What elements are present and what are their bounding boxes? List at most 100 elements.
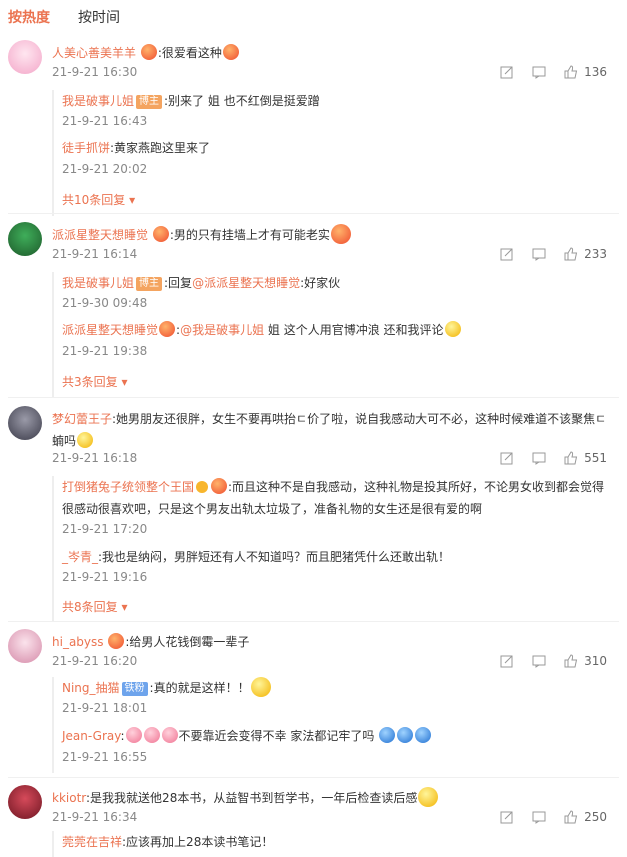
comment-actions: 233	[482, 247, 607, 261]
comment-icon[interactable]	[532, 451, 546, 465]
emoji-icon	[222, 44, 239, 60]
share-icon[interactable]	[500, 65, 514, 79]
reply-list: Ning_抽猫 铁粉:真的就是这样！！ 21-9-21 18:01 Jean-Gr…	[52, 677, 614, 773]
emoji-icon	[379, 727, 396, 743]
like-icon[interactable]	[564, 247, 578, 261]
like-count: 551	[584, 451, 607, 465]
reply-username[interactable]: _岑青_	[62, 550, 98, 564]
reply-username[interactable]: 派派星整天想睡觉	[62, 323, 158, 337]
comment-item: 派派星整天想睡觉 :男的只有挂墙上才有可能老实 21-9-21 16:14 23…	[0, 222, 627, 398]
reply-username[interactable]: 我是破事儿姐	[62, 94, 134, 108]
comment-item: kkiotr:是我我就送他28本书，从益智书到哲学书，一年后检查读后感 21-9…	[0, 785, 627, 857]
reply-list: 我是破事儿姐 博主:别来了 姐 也不红倒是挺爱蹭 21-9-21 16:43 徒手…	[52, 90, 614, 216]
mention-link[interactable]: @我是破事儿姐	[180, 323, 264, 337]
emoji-icon	[330, 224, 351, 244]
reply-username[interactable]: 莞莞在吉祥	[62, 835, 122, 849]
emoji-icon	[397, 727, 414, 743]
chevron-down-icon: ▾	[121, 600, 128, 614]
avatar[interactable]	[8, 406, 42, 440]
comment-username[interactable]: hi_abyss	[52, 635, 104, 649]
reply-text: 我是破事儿姐 博主:回复@派派星整天想睡觉:好家伙	[62, 272, 610, 294]
comment-icon[interactable]	[532, 810, 546, 824]
more-replies-label: 共10条回复	[62, 193, 126, 207]
reply-time: 21-9-21 20:02	[62, 162, 148, 176]
avatar[interactable]	[8, 785, 42, 819]
comment-icon[interactable]	[532, 247, 546, 261]
comment-username[interactable]: kkiotr	[52, 791, 86, 805]
reply-time: 21-9-21 18:01	[62, 701, 148, 715]
comment-text: hi_abyss :给男人花钱倒霉一辈子	[52, 631, 612, 653]
comment-icon[interactable]	[532, 65, 546, 79]
like-icon[interactable]	[564, 451, 578, 465]
comment-username[interactable]: 派派星整天想睡觉	[52, 228, 148, 242]
like-icon[interactable]	[564, 810, 578, 824]
comment-username[interactable]: 人美心善美羊羊	[52, 46, 136, 60]
reply-username[interactable]: 打倒猪兔子统领整个王国	[62, 480, 194, 494]
divider	[8, 777, 619, 778]
comment-text: 梦幻蕾王子:她男朋友还很胖，女生不要再哄抬ㄷ价了啦，说自我感动大可不必，这种时候…	[52, 408, 612, 452]
emoji-icon	[159, 321, 176, 337]
avatar[interactable]	[8, 222, 42, 256]
reply-text: Ning_抽猫 铁粉:真的就是这样！！	[62, 677, 610, 699]
comment-time: 21-9-21 16:14	[52, 247, 138, 261]
reply-body: :黄家燕跑这里来了	[110, 141, 211, 155]
sort-tabs: 按热度 按时间	[0, 0, 627, 32]
reply-username[interactable]: 我是破事儿姐	[62, 276, 134, 290]
comment-item: hi_abyss :给男人花钱倒霉一辈子 21-9-21 16:20 310 N…	[0, 629, 627, 775]
tab-by-hot[interactable]: 按热度	[8, 7, 50, 27]
comment-body: :很爱看这种	[157, 46, 222, 60]
like-icon[interactable]	[564, 65, 578, 79]
reply-body: :	[120, 729, 125, 743]
reply-list: 莞莞在吉祥:应该再加上28本读书笔记！	[52, 831, 614, 857]
more-replies-link[interactable]: 共10条回复 ▾	[62, 191, 135, 208]
verified-icon	[196, 481, 209, 493]
comment-time: 21-9-21 16:34	[52, 810, 138, 824]
mention-link[interactable]: @派派星整天想睡觉	[192, 276, 300, 290]
more-replies-link[interactable]: 共8条回复 ▾	[62, 598, 128, 615]
reply-username[interactable]: Jean-Gray	[62, 729, 120, 743]
emoji-icon	[143, 727, 160, 743]
more-replies-link[interactable]: 共3条回复 ▾	[62, 373, 128, 390]
avatar[interactable]	[8, 629, 42, 663]
reply-list: 打倒猪兔子统领整个王国:而且这种不是自我感动，这种礼物是投其所好，不论男女收到都…	[52, 476, 614, 622]
comment-text: 派派星整天想睡觉 :男的只有挂墙上才有可能老实	[52, 224, 612, 246]
share-icon[interactable]	[500, 654, 514, 668]
share-icon[interactable]	[500, 451, 514, 465]
reply-text: _岑青_:我也是纳闷，男胖短还有人不知道吗？而且肥猪凭什么还敢出轨！	[62, 546, 610, 568]
tab-by-time[interactable]: 按时间	[78, 7, 120, 27]
emoji-icon	[444, 321, 461, 337]
like-count: 136	[584, 65, 607, 79]
reply-username[interactable]: Ning_抽猫	[62, 681, 120, 695]
reply-text: 打倒猪兔子统领整个王国:而且这种不是自我感动，这种礼物是投其所好，不论男女收到都…	[62, 476, 610, 520]
comment-text: kkiotr:是我我就送他28本书，从益智书到哲学书，一年后检查读后感	[52, 787, 612, 809]
comment-icon[interactable]	[532, 654, 546, 668]
share-icon[interactable]	[500, 810, 514, 824]
divider	[8, 213, 619, 214]
comment-actions: 551	[482, 451, 607, 465]
comment-actions: 310	[482, 654, 607, 668]
emoji-icon	[152, 226, 169, 242]
comment-username[interactable]: 梦幻蕾王子	[52, 412, 112, 426]
host-badge: 博主	[136, 277, 163, 291]
comment-actions: 250	[482, 810, 607, 824]
comment-time: 21-9-21 16:20	[52, 654, 138, 668]
avatar[interactable]	[8, 40, 42, 74]
comment-item: 梦幻蕾王子:她男朋友还很胖，女生不要再哄抬ㄷ价了啦，说自我感动大可不必，这种时候…	[0, 406, 627, 624]
emoji-icon	[418, 787, 439, 807]
reply-time: 21-9-21 16:43	[62, 114, 148, 128]
divider	[8, 397, 619, 398]
more-replies-label: 共8条回复	[62, 600, 118, 614]
reply-time: 21-9-21 16:55	[62, 750, 148, 764]
comment-time: 21-9-21 16:18	[52, 451, 138, 465]
reply-time: 21-9-21 19:38	[62, 344, 148, 358]
share-icon[interactable]	[500, 247, 514, 261]
like-icon[interactable]	[564, 654, 578, 668]
divider	[8, 621, 619, 622]
reply-username[interactable]: 徒手抓饼	[62, 141, 110, 155]
comment-body: :给男人花钱倒霉一辈子	[125, 635, 250, 649]
reply-body: :回复	[164, 276, 193, 290]
reply-text: 我是破事儿姐 博主:别来了 姐 也不红倒是挺爱蹭	[62, 90, 610, 112]
reply-time: 21-9-21 19:16	[62, 570, 148, 584]
emoji-icon	[211, 478, 228, 494]
emoji-icon	[140, 44, 157, 60]
